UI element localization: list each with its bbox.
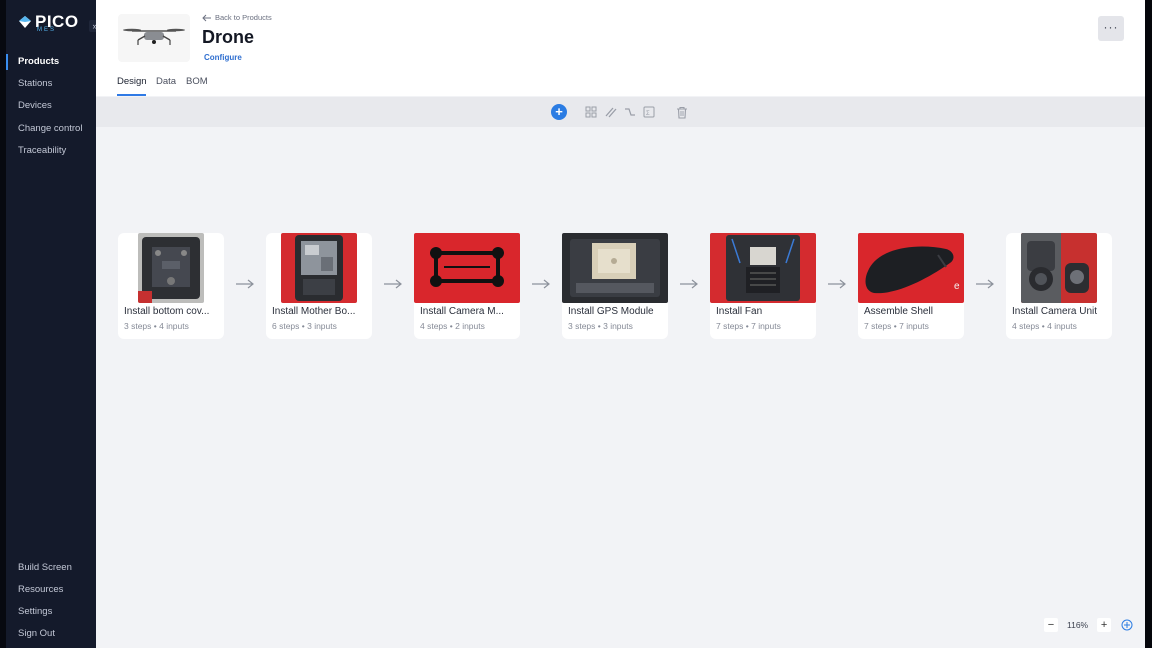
station-subtitle: 3 steps • 4 inputs	[124, 321, 189, 331]
product-thumbnail	[118, 14, 190, 62]
station-title: Install Camera M...	[420, 306, 504, 317]
station-title: Install bottom cov...	[124, 306, 210, 317]
back-to-products-link[interactable]: Back to Products	[202, 13, 272, 22]
station-title: Install Camera Unit	[1012, 306, 1098, 317]
station-card-install-fan[interactable]: Install Fan 7 steps • 7 inputs	[710, 233, 816, 339]
station-subtitle: 3 steps • 3 inputs	[568, 321, 633, 331]
station-photo	[710, 233, 816, 303]
flow-arrow-icon	[384, 279, 402, 289]
station-title: Install Mother Bo...	[272, 306, 356, 317]
flow-arrow-icon	[976, 279, 994, 289]
station-card-install-mother-board[interactable]: Install Mother Bo... 6 steps • 3 inputs	[266, 233, 372, 339]
sidebar-item-change-control[interactable]: Change control	[6, 119, 96, 139]
flow-arrow-icon	[828, 279, 846, 289]
svg-text:Σ: Σ	[646, 111, 650, 117]
tab-bom[interactable]: BOM	[186, 76, 208, 87]
app-window: PICO MES » Products Stations Devices Cha…	[0, 0, 1152, 648]
variable-icon[interactable]: Σ	[641, 104, 657, 120]
station-card-assemble-shell[interactable]: e Assemble Shell 7 steps • 7 inputs	[858, 233, 964, 339]
zoom-level: 116%	[1067, 620, 1089, 630]
sidebar-item-sign-out[interactable]: Sign Out	[6, 624, 96, 644]
sidebar-item-build-screen[interactable]: Build Screen	[6, 558, 96, 578]
sidebar-item-settings[interactable]: Settings	[6, 602, 96, 622]
station-photo	[138, 233, 204, 303]
sidebar-item-devices[interactable]: Devices	[6, 96, 96, 116]
station-card-install-camera-unit[interactable]: Install Camera Unit 4 steps • 4 inputs	[1006, 233, 1112, 339]
page-title: Drone	[202, 27, 255, 47]
tab-data[interactable]: Data	[156, 76, 176, 87]
station-card-install-bottom-cover[interactable]: Install bottom cov... 3 steps • 4 inputs	[118, 233, 224, 339]
sidebar: PICO MES » Products Stations Devices Cha…	[6, 0, 101, 648]
arrow-left-icon	[202, 14, 211, 21]
station-card-install-gps-module[interactable]: Install GPS Module 3 steps • 3 inputs	[562, 233, 668, 339]
branch-icon[interactable]	[622, 104, 638, 120]
station-card-install-camera-module[interactable]: Install Camera M... 4 steps • 2 inputs	[414, 233, 520, 339]
configure-link[interactable]: Configure	[204, 53, 242, 62]
station-title: Install GPS Module	[568, 306, 654, 317]
station-photo	[562, 233, 668, 303]
more-options-button[interactable]: ···	[1098, 16, 1124, 41]
sidebar-item-products[interactable]: Products	[6, 52, 96, 72]
station-title: Assemble Shell	[864, 306, 933, 317]
pico-logo-icon	[19, 15, 31, 28]
design-canvas[interactable]: Install bottom cov... 3 steps • 4 inputs…	[96, 127, 1145, 648]
window-edge	[1145, 0, 1152, 648]
flow-arrow-icon	[680, 279, 698, 289]
active-tab-indicator	[117, 94, 146, 96]
main-content: Back to Products Drone Configure Design …	[96, 0, 1145, 648]
station-subtitle: 6 steps • 3 inputs	[272, 321, 337, 331]
tab-design[interactable]: Design	[117, 76, 147, 87]
trash-icon[interactable]	[674, 104, 690, 120]
zoom-in-button[interactable]: +	[1097, 618, 1112, 632]
connect-icon[interactable]	[603, 104, 619, 120]
flow-arrow-icon	[532, 279, 550, 289]
zoom-out-button[interactable]: −	[1044, 618, 1058, 632]
sidebar-item-resources[interactable]: Resources	[6, 580, 96, 600]
group-icon[interactable]	[583, 104, 599, 120]
station-photo	[414, 233, 520, 303]
station-photo	[281, 233, 357, 303]
product-header: Back to Products Drone Configure Design …	[96, 0, 1145, 96]
sidebar-item-traceability[interactable]: Traceability	[6, 141, 96, 161]
svg-text:e: e	[954, 281, 960, 292]
add-station-button[interactable]: +	[551, 104, 567, 120]
design-toolbar: + Σ	[96, 97, 1145, 127]
station-photo	[1021, 233, 1097, 303]
station-subtitle: 7 steps • 7 inputs	[864, 321, 929, 331]
back-link-label: Back to Products	[215, 13, 272, 22]
station-title: Install Fan	[716, 306, 763, 317]
station-subtitle: 7 steps • 7 inputs	[716, 321, 781, 331]
sidebar-item-stations[interactable]: Stations	[6, 74, 96, 94]
fit-view-icon[interactable]	[1121, 619, 1133, 631]
zoom-control: − 116% +	[1044, 617, 1133, 633]
flow-arrow-icon	[236, 279, 254, 289]
station-subtitle: 4 steps • 4 inputs	[1012, 321, 1077, 331]
station-photo: e	[858, 233, 964, 303]
station-subtitle: 4 steps • 2 inputs	[420, 321, 485, 331]
brand-sub: MES	[37, 27, 57, 33]
